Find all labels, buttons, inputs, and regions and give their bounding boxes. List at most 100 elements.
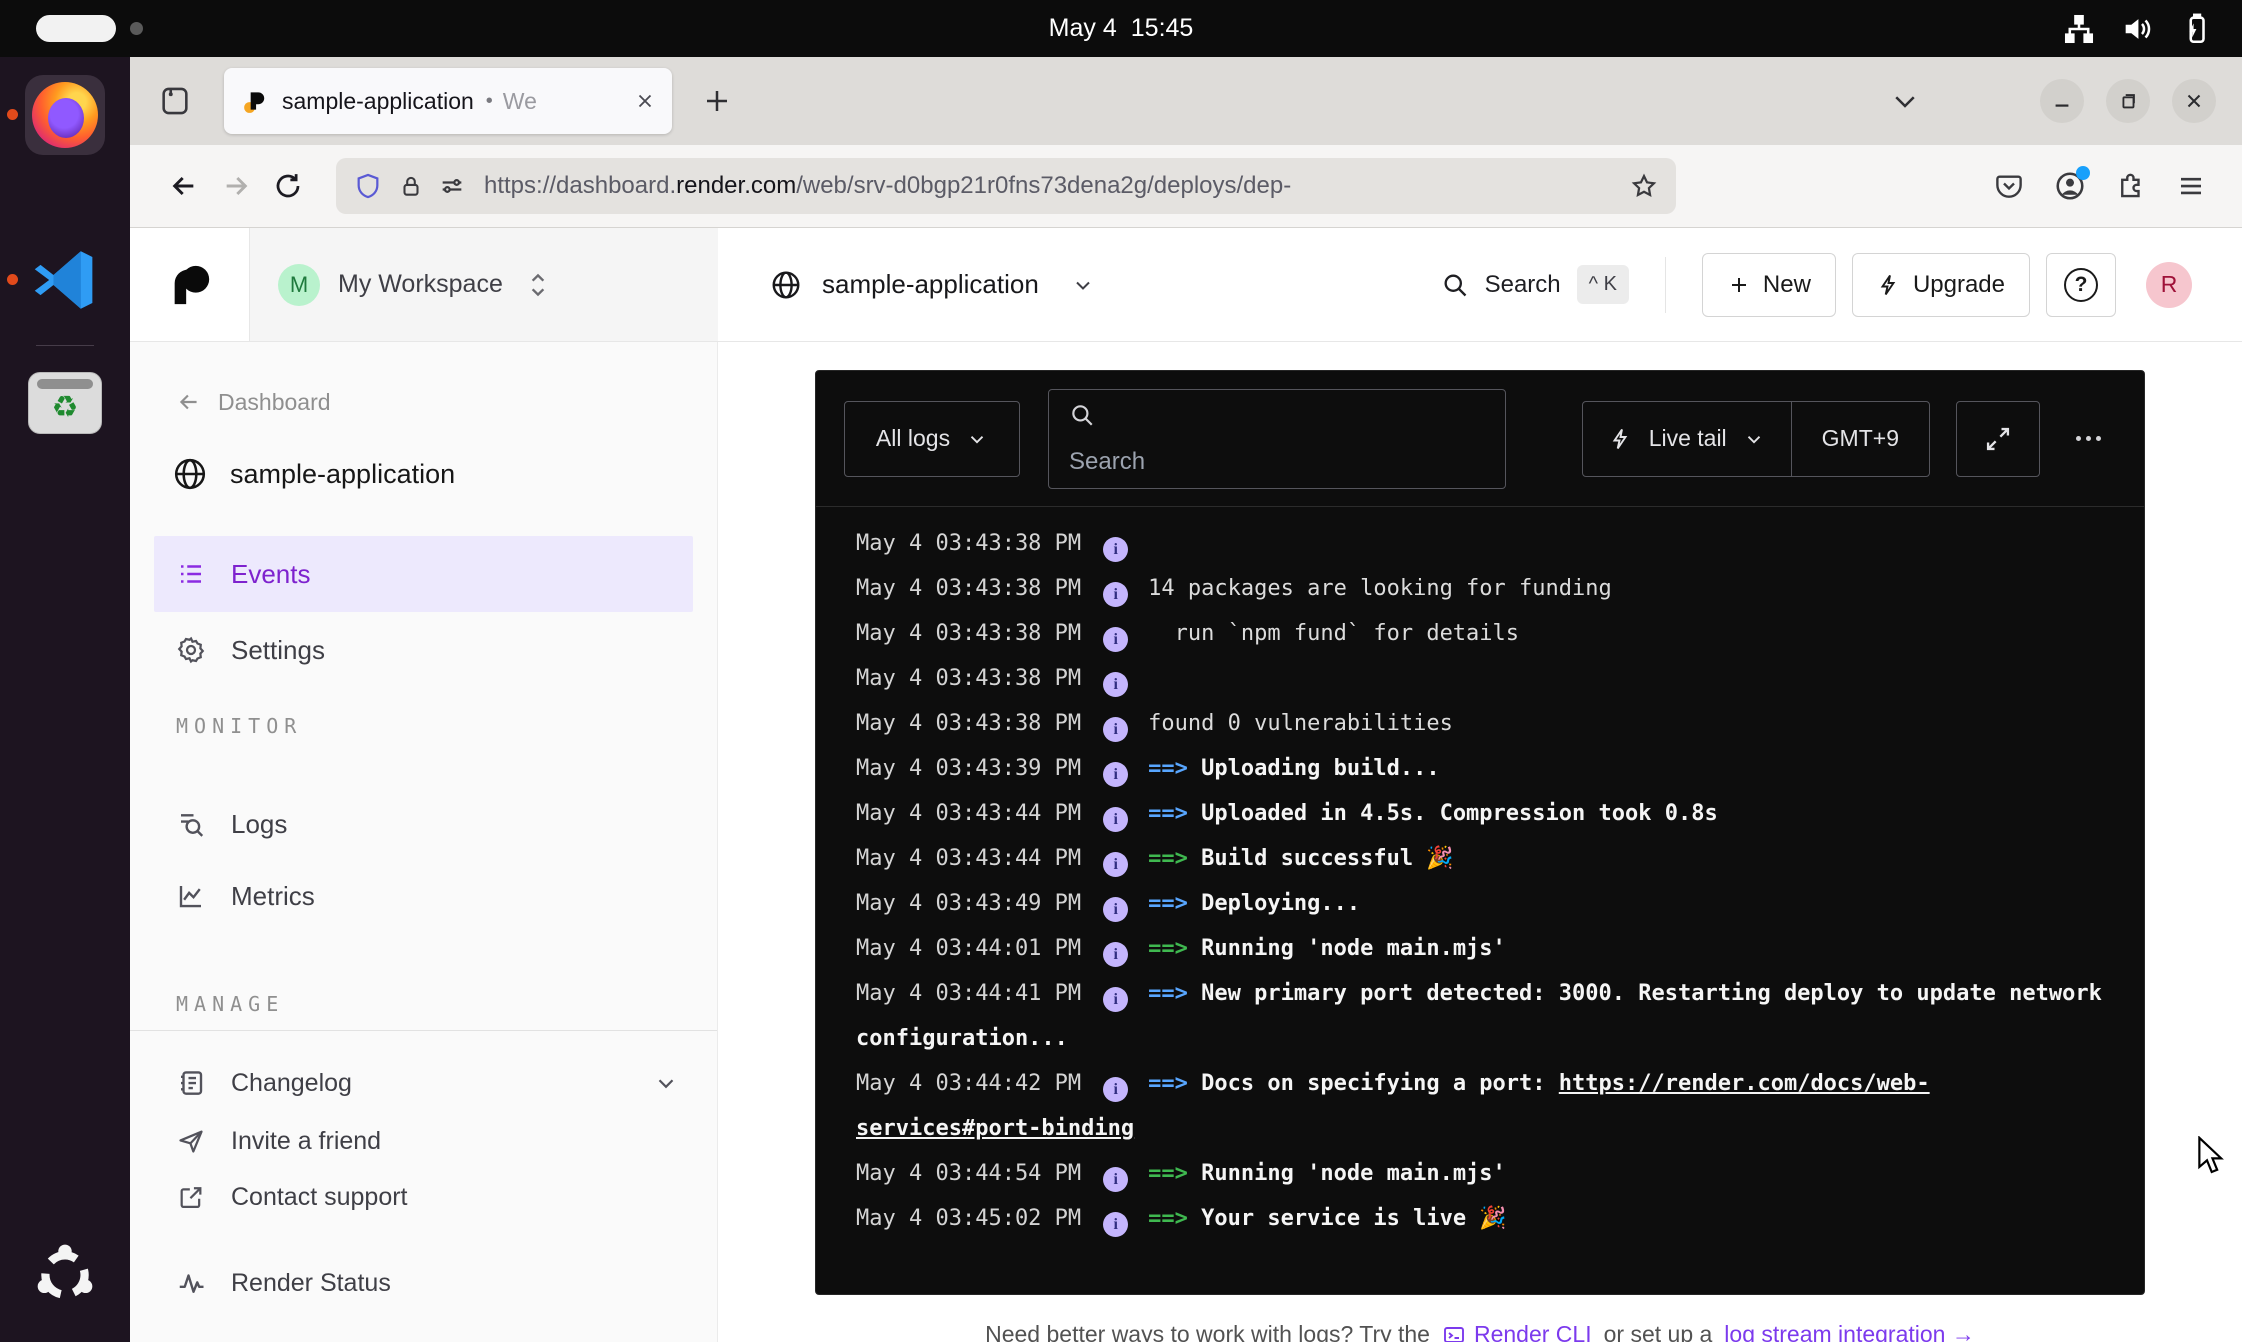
menu-icon[interactable]: [2176, 171, 2206, 201]
dock-vscode-icon[interactable]: [25, 240, 105, 320]
browser-window: sample-application • We: [130, 57, 2242, 1342]
log-search-input[interactable]: [1069, 448, 1485, 476]
permissions-icon[interactable]: [438, 172, 466, 200]
sidebar-item-logs[interactable]: Logs: [130, 788, 717, 860]
upgrade-button[interactable]: Upgrade: [1852, 253, 2030, 317]
render-cli-link[interactable]: Render CLI: [1442, 1321, 1592, 1342]
sidebar-item-events[interactable]: Events: [154, 536, 693, 612]
log-entry: May 4 03:43:44 PMi==> Build successful 🎉: [856, 836, 2104, 881]
global-search-button[interactable]: Search ^ K: [1441, 265, 1629, 304]
close-window-button[interactable]: [2172, 79, 2216, 123]
browser-tab[interactable]: sample-application • We: [224, 68, 672, 134]
info-icon[interactable]: i: [1103, 1167, 1128, 1192]
sidebar-item-changelog[interactable]: Changelog: [130, 1053, 717, 1113]
minimize-button[interactable]: [2040, 79, 2084, 123]
list-all-tabs-icon[interactable]: [1890, 86, 1920, 116]
system-clock[interactable]: May 4 15:45: [0, 0, 2242, 57]
log-message: Uploaded in 4.5s. Compression took 0.8s: [1201, 801, 1718, 826]
info-icon[interactable]: i: [1103, 852, 1128, 877]
sidebar-item-settings[interactable]: Settings: [130, 612, 717, 688]
sidebar-item-contact-support[interactable]: Contact support: [130, 1169, 717, 1225]
dock-trash-icon[interactable]: [25, 363, 105, 443]
info-icon[interactable]: i: [1103, 942, 1128, 967]
help-button[interactable]: [2046, 253, 2116, 317]
log-arrow: ==>: [1148, 981, 1201, 1006]
log-entry: May 4 03:43:38 PMi14 packages are lookin…: [856, 566, 2104, 611]
ubuntu-logo: [32, 1242, 98, 1308]
log-timestamp: May 4 03:44:42 PM: [856, 1071, 1081, 1096]
log-list[interactable]: May 4 03:43:38 PMi May 4 03:43:38 PMi14 …: [816, 507, 2144, 1294]
sidebar-divider: [130, 1030, 717, 1031]
info-icon[interactable]: i: [1103, 897, 1128, 922]
info-icon[interactable]: i: [1103, 762, 1128, 787]
info-icon[interactable]: i: [1103, 1077, 1128, 1102]
chevron-down-icon[interactable]: [653, 1070, 679, 1096]
back-icon[interactable]: [158, 160, 210, 212]
dock-firefox-icon[interactable]: [25, 75, 105, 155]
tab-close-icon[interactable]: [634, 90, 656, 112]
pocket-icon[interactable]: [1994, 171, 2024, 201]
recycle-icon: [52, 393, 79, 423]
lock-icon[interactable]: [398, 173, 424, 199]
info-icon[interactable]: i: [1103, 717, 1128, 742]
service-selector[interactable]: sample-application: [770, 228, 1095, 341]
info-icon[interactable]: i: [1103, 672, 1128, 697]
more-options-icon[interactable]: [2060, 401, 2116, 477]
sidebar-item-render-status[interactable]: Render Status: [130, 1253, 717, 1313]
maximize-button[interactable]: [2106, 79, 2150, 123]
sidebar-section-monitor: MONITOR: [130, 714, 717, 740]
log-entry: May 4 03:43:38 PMi run `npm fund` for de…: [856, 611, 2104, 656]
events-list-icon: [175, 559, 207, 589]
mouse-cursor: [2196, 1136, 2230, 1176]
navigation-toolbar: https://dashboard.render.com/web/srv-d0b…: [130, 145, 2242, 228]
reload-icon[interactable]: [262, 160, 314, 212]
paper-plane-icon: [175, 1127, 207, 1155]
info-icon[interactable]: i: [1103, 627, 1128, 652]
logs-help-footer: Need better ways to work with logs? Try …: [815, 1321, 2145, 1342]
tab-strip: sample-application • We: [130, 57, 2242, 145]
live-tail-dropdown[interactable]: Live tail: [1583, 402, 1791, 476]
log-stream-integration-link[interactable]: log stream integration →: [1724, 1321, 1975, 1342]
sidebar-back-dashboard[interactable]: Dashboard: [130, 384, 717, 420]
new-button[interactable]: New: [1702, 253, 1836, 317]
forward-icon[interactable]: [210, 160, 262, 212]
firefox-view-icon[interactable]: [152, 78, 198, 124]
log-entry: May 4 03:44:42 PMi==> Docs on specifying…: [856, 1061, 2104, 1151]
user-avatar[interactable]: R: [2146, 262, 2192, 308]
log-arrow: ==>: [1148, 936, 1201, 961]
expand-logs-button[interactable]: [1956, 401, 2040, 477]
battery-icon[interactable]: [2178, 12, 2212, 46]
tracking-shield-icon[interactable]: [354, 172, 382, 200]
log-search-box[interactable]: [1048, 389, 1506, 489]
log-filter-dropdown[interactable]: All logs: [844, 401, 1020, 477]
bookmark-star-icon[interactable]: [1630, 172, 1658, 200]
tab-separator: •: [486, 90, 493, 113]
account-icon[interactable]: [2054, 170, 2086, 202]
show-apps-button[interactable]: [25, 1235, 105, 1315]
new-tab-button[interactable]: [702, 86, 732, 116]
log-timestamp: May 4 03:43:38 PM: [856, 576, 1081, 601]
sidebar-item-metrics[interactable]: Metrics: [130, 860, 717, 932]
url-input[interactable]: https://dashboard.render.com/web/srv-d0b…: [336, 158, 1676, 214]
info-icon[interactable]: i: [1103, 537, 1128, 562]
volume-icon[interactable]: [2120, 12, 2154, 46]
url-text: https://dashboard.render.com/web/srv-d0b…: [484, 172, 1618, 200]
workspace-name: My Workspace: [338, 270, 503, 299]
info-icon[interactable]: i: [1103, 1212, 1128, 1237]
footer-text: or set up a: [1604, 1321, 1713, 1342]
info-icon[interactable]: i: [1103, 807, 1128, 832]
network-icon[interactable]: [2062, 12, 2096, 46]
search-label: Search: [1485, 271, 1561, 299]
info-icon[interactable]: i: [1103, 582, 1128, 607]
help-icon: [2064, 268, 2098, 302]
render-logo[interactable]: [130, 228, 250, 341]
timezone-button[interactable]: GMT+9: [1792, 402, 1929, 476]
log-timestamp: May 4 03:44:54 PM: [856, 1161, 1081, 1186]
extensions-icon[interactable]: [2116, 171, 2146, 201]
log-arrow: ==>: [1148, 891, 1201, 916]
log-message: found 0 vulnerabilities: [1148, 711, 1453, 736]
workspace-selector[interactable]: M My Workspace: [250, 228, 718, 341]
sidebar-service-title[interactable]: sample-application: [130, 446, 717, 502]
sidebar-item-invite[interactable]: Invite a friend: [130, 1113, 717, 1169]
info-icon[interactable]: i: [1103, 987, 1128, 1012]
